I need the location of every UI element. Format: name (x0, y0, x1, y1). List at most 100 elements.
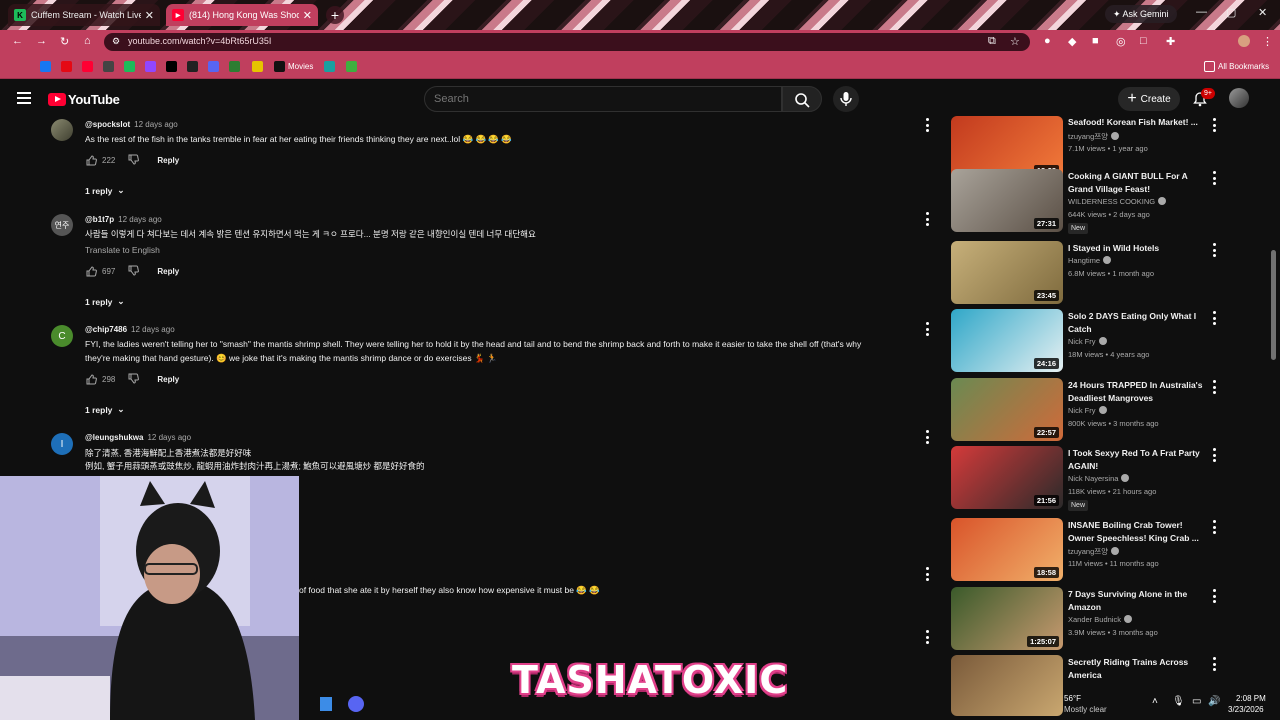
avatar[interactable] (51, 119, 73, 141)
reply-button[interactable]: Reply (157, 375, 179, 384)
comment-time[interactable]: 12 days ago (131, 325, 175, 334)
minimize-icon[interactable]: — (1196, 6, 1207, 18)
discord-icon[interactable] (208, 61, 219, 72)
reply-button[interactable]: Reply (157, 267, 179, 276)
avatar[interactable]: I (51, 433, 73, 455)
volume-icon[interactable]: 🔊 (1208, 696, 1220, 707)
tiktok-icon[interactable] (187, 61, 198, 72)
movies-icon[interactable] (274, 61, 285, 72)
video-title[interactable]: INSANE Boiling Crab Tower! Owner Speechl… (1068, 519, 1206, 545)
video-channel[interactable]: Xander Budnick (1068, 615, 1132, 624)
video-menu-icon[interactable] (1212, 118, 1216, 132)
video-channel[interactable]: Nick Fry (1068, 406, 1107, 415)
video-thumbnail[interactable]: 21:56 (951, 446, 1063, 509)
channel-name[interactable]: Nick Fry (1068, 406, 1096, 415)
channel-name[interactable]: Hangtime (1068, 256, 1100, 265)
hamburger-menu-icon[interactable] (17, 92, 31, 104)
browser-menu-icon[interactable]: ⋮ (1262, 35, 1273, 48)
video-channel[interactable]: tzuyang쯔양 (1068, 131, 1120, 142)
bookmark-icon[interactable] (252, 61, 263, 72)
video-title[interactable]: 24 Hours TRAPPED In Australia's Deadlies… (1068, 379, 1206, 405)
comment-time[interactable]: 12 days ago (147, 433, 191, 442)
extensions-puzzle-icon[interactable]: ✚ (1166, 35, 1175, 48)
video-channel[interactable]: Hangtime (1068, 256, 1112, 265)
close-window-icon[interactable]: ✕ (1258, 6, 1267, 19)
facebook-icon[interactable] (40, 61, 51, 72)
like-icon[interactable] (85, 265, 97, 277)
extension-icon[interactable]: □ (1140, 35, 1147, 47)
reply-button[interactable]: Reply (157, 156, 179, 165)
comment-author[interactable]: @spockslot 12 days ago (85, 120, 178, 129)
search-input[interactable] (434, 88, 774, 110)
comment-handle[interactable]: @chip7486 (85, 325, 127, 334)
chevron-up-icon[interactable]: ˄ (1152, 696, 1158, 707)
channel-name[interactable]: Nick Fry (1068, 337, 1096, 346)
microphone-tray-icon[interactable]: 🎙 (1172, 696, 1185, 707)
youtube-logo-text[interactable]: YouTube (68, 92, 120, 107)
video-title[interactable]: I Stayed in Wild Hotels (1068, 242, 1206, 255)
comment-handle[interactable]: @b1t7p (85, 215, 114, 224)
video-thumbnail[interactable]: 27:31 (951, 169, 1063, 232)
video-channel[interactable]: Nick Nayersina (1068, 474, 1130, 483)
bookmark-icon[interactable] (324, 61, 335, 72)
like-icon[interactable] (85, 154, 97, 166)
scrollbar[interactable] (1271, 250, 1276, 360)
clock-date[interactable]: 3/23/2026 (1228, 705, 1264, 714)
video-title[interactable]: Seafood! Korean Fish Market! ... (1068, 116, 1206, 129)
comment-time[interactable]: 12 days ago (118, 215, 162, 224)
all-bookmarks[interactable]: All Bookmarks (1218, 62, 1269, 71)
bookmark-star-icon[interactable]: ☆ (1010, 35, 1020, 48)
channel-name[interactable]: tzuyang쯔양 (1068, 547, 1108, 556)
youtube-logo-icon[interactable] (48, 93, 66, 106)
video-channel[interactable]: tzuyang쯔양 (1068, 546, 1120, 557)
movies-bookmark[interactable]: Movies (288, 62, 313, 71)
video-menu-icon[interactable] (1212, 243, 1216, 257)
netflix-icon[interactable] (61, 61, 72, 72)
discord-taskbar-icon[interactable] (348, 696, 364, 712)
video-title[interactable]: I Took Sexyy Red To A Frat Party AGAIN! (1068, 447, 1206, 473)
create-button[interactable]: + Create (1118, 87, 1180, 111)
comment-time[interactable]: 12 days ago (134, 120, 178, 129)
video-thumbnail[interactable]: 18:58 (951, 518, 1063, 581)
comment-author[interactable]: @leungshukwa 12 days ago (85, 433, 191, 442)
comment-handle[interactable]: @spockslot (85, 120, 130, 129)
video-thumbnail[interactable]: 23:45 (951, 241, 1063, 304)
avatar[interactable]: C (51, 325, 73, 347)
bookmark-icon[interactable] (103, 61, 114, 72)
video-title[interactable]: 7 Days Surviving Alone in the Amazon (1068, 588, 1206, 614)
home-icon[interactable]: ⌂ (84, 35, 91, 47)
video-thumbnail[interactable]: 1:25:07 (951, 587, 1063, 650)
back-icon[interactable]: ← (12, 35, 23, 47)
search-button[interactable] (782, 86, 822, 112)
account-avatar[interactable] (1229, 88, 1249, 108)
comment-menu-icon[interactable] (925, 322, 929, 336)
comment-menu-icon[interactable] (925, 567, 929, 581)
video-title[interactable]: Solo 2 DAYS Eating Only What I Catch (1068, 310, 1206, 336)
voice-search-button[interactable] (833, 86, 859, 112)
avatar[interactable]: 연주 (51, 214, 73, 236)
video-title[interactable]: Cooking A GIANT BULL For A Grand Village… (1068, 170, 1206, 196)
twitch-icon[interactable] (145, 61, 156, 72)
x-icon[interactable] (166, 61, 177, 72)
comment-author[interactable]: @chip7486 12 days ago (85, 325, 175, 334)
dislike-icon[interactable] (127, 265, 140, 277)
extension-icon[interactable]: ● (1044, 35, 1051, 47)
extension-icon[interactable]: ■ (1092, 35, 1099, 47)
notepad-icon[interactable] (320, 697, 332, 711)
comment-handle[interactable]: @leungshukwa (85, 433, 143, 442)
comment-menu-icon[interactable] (925, 212, 929, 226)
channel-name[interactable]: Xander Budnick (1068, 615, 1121, 624)
comment-author[interactable]: @b1t7p 12 days ago (85, 215, 162, 224)
reload-icon[interactable]: ↻ (60, 35, 69, 48)
new-tab-button[interactable]: + (326, 6, 344, 24)
video-menu-icon[interactable] (1212, 171, 1216, 185)
video-menu-icon[interactable] (1212, 311, 1216, 325)
view-replies-button[interactable]: 1 reply ⌄ (85, 185, 125, 196)
tab-cuffem-stream[interactable]: K Cuffem Stream - Watch Live on ✕ (8, 4, 160, 26)
clock-time[interactable]: 2:08 PM (1236, 694, 1266, 703)
video-thumbnail[interactable] (951, 655, 1063, 716)
maximize-icon[interactable]: ▢ (1226, 6, 1236, 19)
comment-menu-icon[interactable] (925, 430, 929, 444)
network-icon[interactable]: ▭ (1192, 696, 1201, 707)
video-channel[interactable]: Nick Fry (1068, 337, 1107, 346)
